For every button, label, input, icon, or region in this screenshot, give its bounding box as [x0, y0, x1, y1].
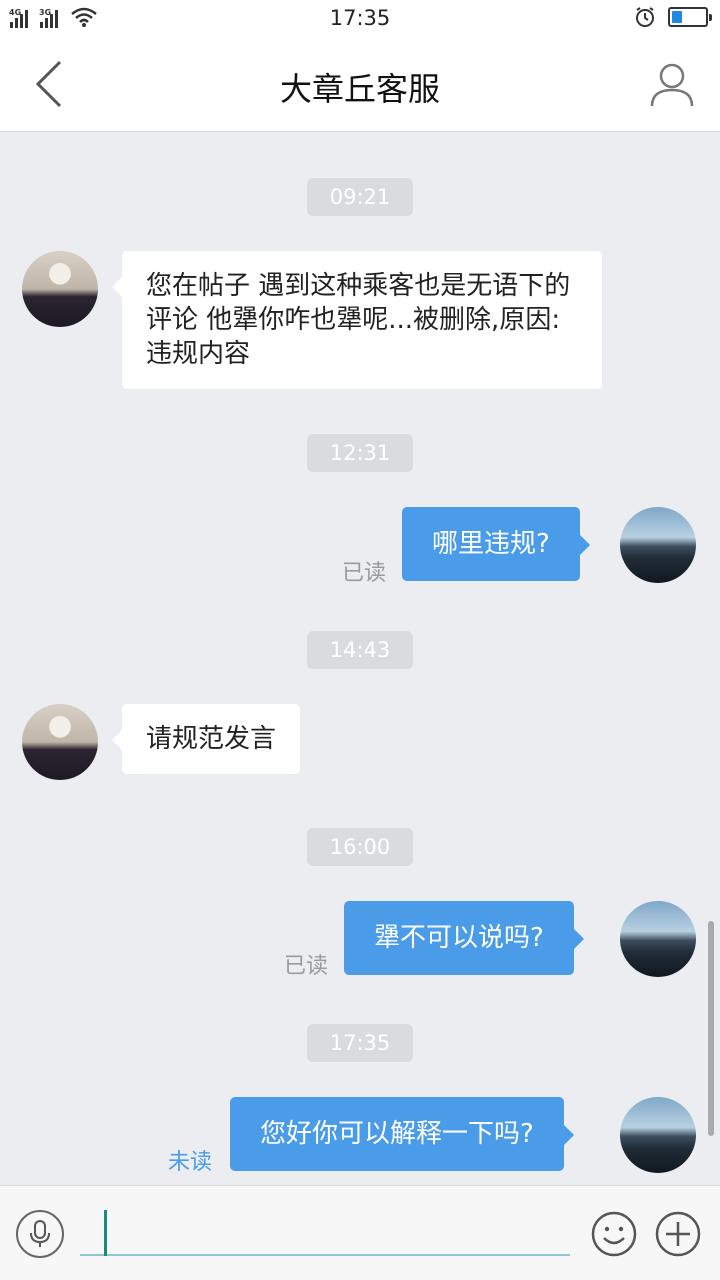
profile-button[interactable] [648, 60, 696, 108]
read-status: 已读 [342, 561, 387, 586]
more-button[interactable] [654, 1210, 702, 1258]
voice-button[interactable] [16, 1210, 64, 1258]
message-timestamp: 16:00 [307, 828, 413, 866]
input-bar [0, 1185, 720, 1280]
status-time: 17:35 [329, 6, 391, 30]
message-timestamp: 17:35 [307, 1024, 413, 1062]
agent-avatar[interactable] [22, 251, 98, 327]
message-input[interactable] [80, 1198, 570, 1256]
message-timestamp: 12:31 [307, 434, 413, 472]
battery-icon [668, 7, 712, 27]
incoming-message-bubble[interactable]: 您在帖子 遇到这种乘客也是无语下的评论 他犟你咋也犟呢...被删除,原因:违规内… [112, 251, 602, 389]
outgoing-message-bubble[interactable]: 您好你可以解释一下吗? [230, 1097, 574, 1171]
unread-status: 未读 [168, 1150, 213, 1175]
alarm-icon [636, 7, 654, 27]
outgoing-message-bubble[interactable]: 犟不可以说吗? [344, 901, 584, 975]
text-cursor [104, 1210, 107, 1256]
user-avatar[interactable] [620, 901, 696, 977]
agent-avatar[interactable] [22, 704, 98, 780]
emoji-icon [591, 1211, 637, 1257]
user-avatar[interactable] [620, 507, 696, 583]
user-icon [650, 63, 694, 107]
incoming-message-bubble[interactable]: 请规范发言 [111, 704, 301, 774]
chat-scrollbar[interactable] [708, 921, 714, 1136]
user-avatar[interactable] [620, 1097, 696, 1173]
emoji-button[interactable] [590, 1210, 638, 1258]
microphone-icon [30, 1220, 50, 1247]
message-timestamp: 09:21 [307, 178, 413, 216]
chat-header: 大章丘客服 [0, 38, 720, 132]
status-bar: 4G 3G 17:35 [0, 0, 720, 38]
read-status: 已读 [284, 954, 329, 979]
chat-area[interactable]: 09:21 您在帖子 遇到这种乘客也是无语下的评论 他犟你咋也犟呢...被删除,… [0, 133, 720, 1185]
plus-icon [655, 1211, 701, 1257]
outgoing-message-bubble[interactable]: 哪里违规? [402, 507, 590, 581]
message-timestamp: 14:43 [307, 631, 413, 669]
page-title: 大章丘客服 [279, 70, 440, 108]
